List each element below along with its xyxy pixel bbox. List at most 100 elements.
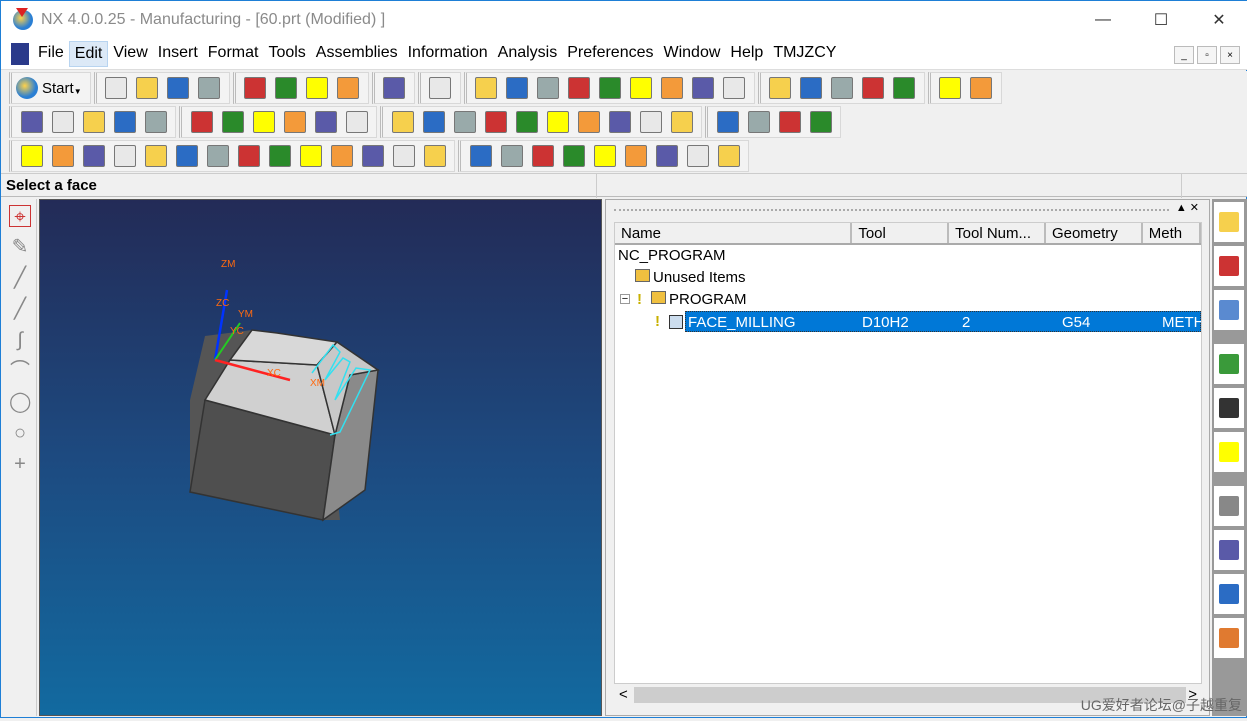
create-tool-icon[interactable] (51, 111, 74, 133)
geometry-view-icon[interactable] (778, 111, 801, 133)
list-toolpath-icon[interactable] (453, 111, 476, 133)
replay-icon[interactable] (422, 111, 445, 133)
roles-tab[interactable] (1214, 618, 1244, 658)
pan-icon[interactable] (630, 77, 653, 99)
snap-icon[interactable]: ✎ (9, 236, 31, 258)
cut-object-icon[interactable] (221, 111, 244, 133)
collapse-toggle[interactable]: − (620, 294, 630, 305)
color-icon[interactable] (831, 77, 854, 99)
menu-help[interactable]: Help (725, 41, 768, 67)
shop-docs-icon[interactable] (639, 111, 662, 133)
display-object-icon[interactable] (345, 111, 368, 133)
circle-icon[interactable]: ◯ (9, 391, 31, 413)
rotate-90-icon[interactable] (82, 145, 105, 167)
navigator-pin-close[interactable]: ▲ ✕ (1176, 201, 1199, 214)
power-icon[interactable] (113, 145, 136, 167)
rename-cn-icon[interactable] (206, 145, 229, 167)
frame-icon[interactable] (624, 145, 647, 167)
hide-icon[interactable] (862, 77, 885, 99)
glasses-icon[interactable] (299, 145, 322, 167)
menu-view[interactable]: View (108, 41, 152, 67)
create-program-icon[interactable] (20, 111, 43, 133)
create-operation-icon[interactable] (144, 111, 167, 133)
close-button[interactable]: ✕ (1190, 1, 1247, 39)
wcs-icon[interactable] (769, 77, 792, 99)
plane-icon[interactable] (392, 145, 415, 167)
mdi-minimize-button[interactable]: _ (1174, 46, 1194, 64)
menu-format[interactable]: Format (203, 41, 264, 67)
start-button[interactable]: Start ▼ (16, 77, 82, 99)
program-view-icon[interactable] (716, 111, 739, 133)
spring-icon[interactable] (175, 145, 198, 167)
information-icon[interactable] (429, 77, 452, 99)
delete-icon[interactable] (337, 77, 360, 99)
no-name-icon[interactable] (237, 145, 260, 167)
line2-icon[interactable]: ╱ (9, 298, 31, 320)
palette-tab[interactable] (1214, 530, 1244, 570)
undo-icon[interactable] (383, 77, 406, 99)
create-geometry-icon[interactable] (82, 111, 105, 133)
wireframe-icon[interactable] (661, 77, 684, 99)
machine-simulate-icon[interactable] (515, 111, 538, 133)
postprocess-icon[interactable] (546, 111, 569, 133)
graphics-viewport[interactable]: ZM ZC YM YC XC XM (39, 199, 602, 716)
nx-menu-icon[interactable] (11, 43, 29, 65)
mdi-close-button[interactable]: × (1220, 46, 1240, 64)
view-cube-icon[interactable] (692, 77, 715, 99)
line-icon[interactable]: ╱ (9, 267, 31, 289)
copy-icon[interactable] (275, 77, 298, 99)
menu-tools[interactable]: Tools (263, 41, 310, 67)
shaded-icon[interactable] (506, 77, 529, 99)
a4-icon[interactable] (717, 145, 740, 167)
zoom-icon[interactable] (568, 77, 591, 99)
tree-row-face-milling[interactable]: ! FACE_MILLING D10H2 2 G54 METH (615, 311, 1201, 333)
tree-row-program[interactable]: −! PROGRAM (615, 289, 1201, 311)
training-tab[interactable] (1214, 388, 1244, 428)
copy-object-icon[interactable] (252, 111, 275, 133)
circle2-icon[interactable]: ○ (9, 422, 31, 444)
scroll-left-button[interactable]: < (619, 686, 628, 703)
open-icon[interactable] (136, 77, 159, 99)
create-method-icon[interactable] (113, 111, 136, 133)
orient-icon[interactable] (800, 77, 823, 99)
menu-tmjzcy[interactable]: TMJZCY (768, 41, 841, 67)
mdi-restore-button[interactable]: ▫ (1197, 46, 1217, 64)
generate-toolpath-icon[interactable] (391, 111, 414, 133)
workpiece-icon[interactable] (608, 111, 631, 133)
edit-object-icon[interactable] (190, 111, 213, 133)
menu-preferences[interactable]: Preferences (562, 41, 658, 67)
menu-window[interactable]: Window (659, 41, 726, 67)
tool-view-icon[interactable] (747, 111, 770, 133)
menu-edit[interactable]: Edit (68, 41, 109, 67)
system-material-tab[interactable] (1214, 574, 1244, 614)
paste-icon[interactable] (306, 77, 329, 99)
part-navigator-tab[interactable] (1214, 290, 1244, 330)
frame2-icon[interactable] (655, 145, 678, 167)
column-header-tool-number[interactable]: Tool Num... (949, 223, 1046, 243)
fit-icon[interactable] (475, 77, 498, 99)
menu-assemblies[interactable]: Assemblies (311, 41, 403, 67)
menu-information[interactable]: Information (403, 41, 493, 67)
save-icon[interactable] (167, 77, 190, 99)
color-block-icon[interactable] (531, 145, 554, 167)
arc-icon[interactable]: ⌒ (9, 360, 31, 382)
print-icon[interactable] (198, 77, 221, 99)
web-browser-tab[interactable] (1214, 344, 1244, 384)
verify-icon[interactable] (484, 111, 507, 133)
time-icon[interactable] (670, 111, 693, 133)
column-header-name[interactable]: Name (615, 223, 853, 243)
new-icon[interactable] (105, 77, 128, 99)
maximize-button[interactable]: ☐ (1132, 1, 1190, 39)
help-tab[interactable] (1214, 432, 1244, 472)
zoom-window-icon[interactable] (537, 77, 560, 99)
menu-analysis[interactable]: Analysis (493, 41, 563, 67)
measure-angle-icon[interactable] (970, 77, 993, 99)
measure-distance-icon[interactable] (939, 77, 962, 99)
show-icon[interactable] (893, 77, 916, 99)
paste-object-icon[interactable] (283, 111, 306, 133)
rotate-icon[interactable] (599, 77, 622, 99)
column-header-tool[interactable]: Tool (852, 223, 950, 243)
tree-row-nc-program[interactable]: NC_PROGRAM (615, 245, 1201, 267)
layers-icon[interactable] (500, 145, 523, 167)
minimize-button[interactable]: — (1074, 1, 1132, 39)
